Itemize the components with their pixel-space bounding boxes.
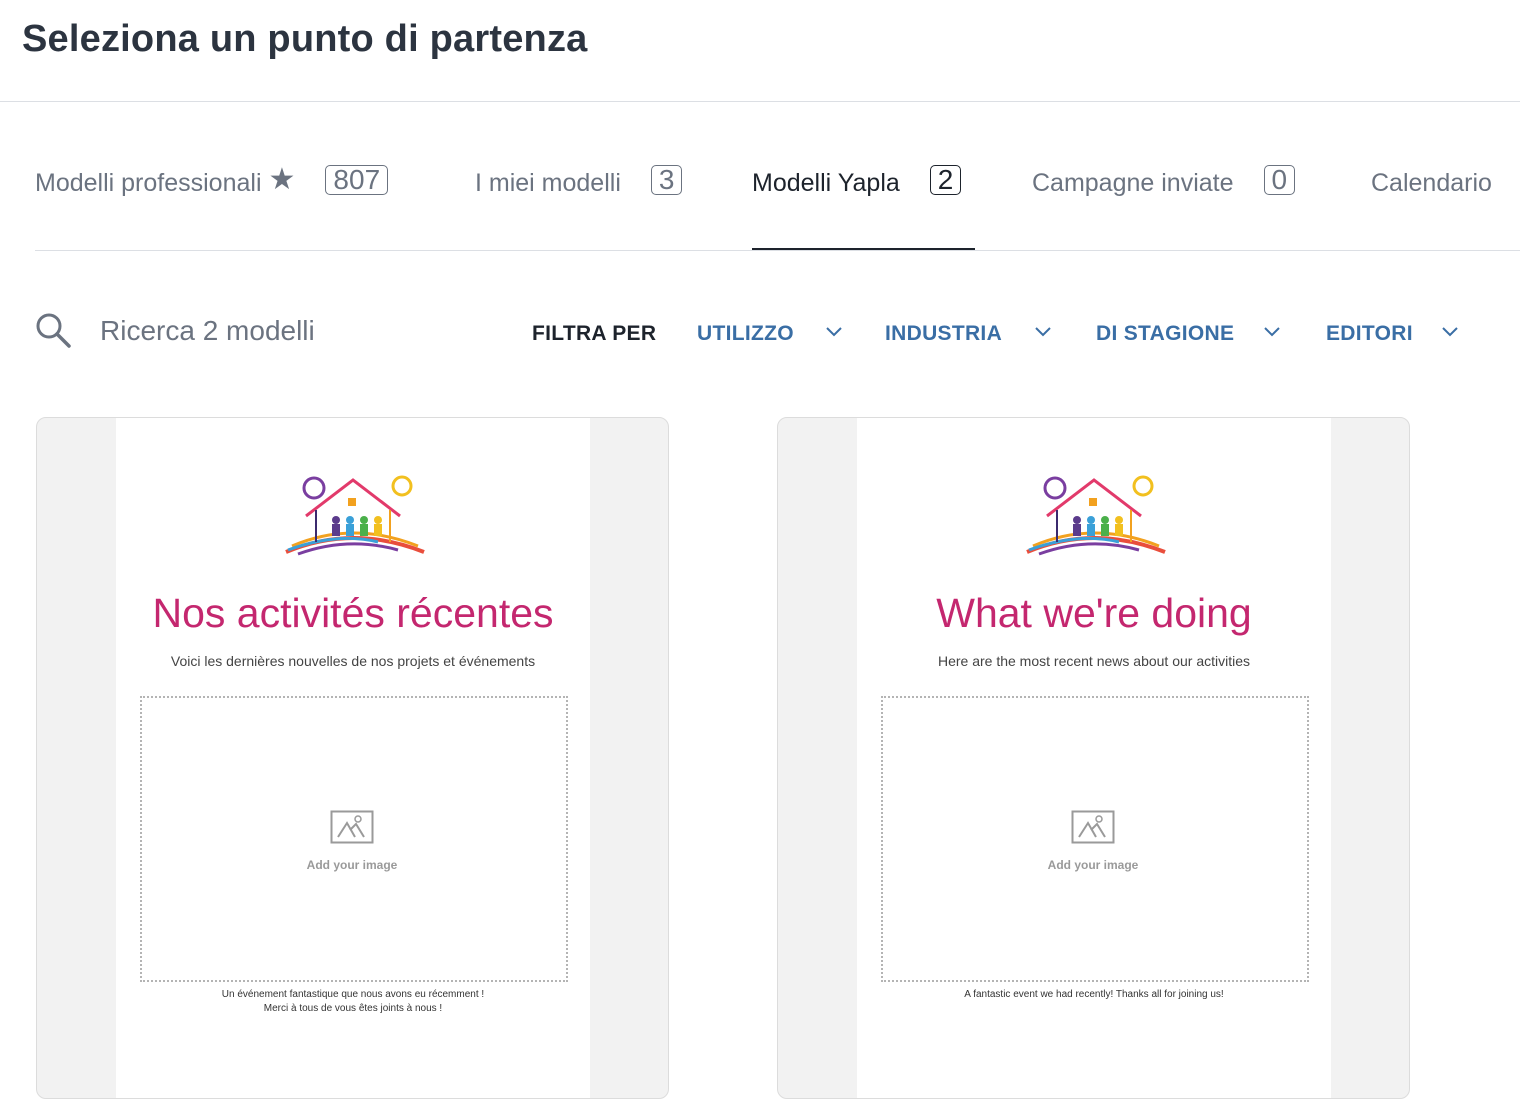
tab-label: Modelli Yapla (752, 169, 900, 197)
tab-campagne-inviate[interactable]: Campagne inviate 0 (1032, 165, 1296, 235)
filter-di-stagione-dropdown[interactable]: DI STAGIONE (1096, 322, 1296, 352)
active-tab-indicator (752, 248, 975, 250)
template-card[interactable]: Nos activités récentes Voici les dernièr… (36, 417, 669, 1099)
tab-count-badge: 3 (650, 165, 683, 195)
search-input[interactable] (98, 310, 462, 352)
chevron-down-icon (1264, 327, 1280, 337)
filter-di-stagione-label: DI STAGIONE (1096, 322, 1235, 345)
template-subtitle: Voici les dernières nouvelles de nos pro… (170, 653, 536, 669)
filter-industria-label: INDUSTRIA (885, 322, 1003, 345)
tab-label: Calendario (1371, 169, 1492, 197)
tab-i-miei-modelli[interactable]: I miei modelli 3 (475, 165, 683, 235)
page-title: Seleziona un punto di partenza (22, 18, 588, 60)
image-placeholder-label: Add your image (306, 858, 398, 872)
filter-utilizzo-dropdown[interactable]: UTILIZZO (697, 322, 847, 352)
caption-line: Merci à tous de vous êtes joints à nous … (263, 1003, 443, 1014)
chevron-down-icon (826, 327, 842, 337)
star-icon: ★ (268, 163, 296, 196)
template-card[interactable]: What we're doing Here are the most recen… (777, 417, 1410, 1099)
tab-modelli-professionali[interactable]: Modelli professionali ★ 807 (35, 163, 389, 235)
template-title: What we're doing (936, 590, 1252, 636)
caption-line: Un événement fantastique que nous avons … (221, 989, 485, 1000)
filter-utilizzo-label: UTILIZZO (697, 322, 794, 345)
chevron-down-icon (1035, 327, 1051, 337)
filter-industria-dropdown[interactable]: INDUSTRIA (885, 322, 1055, 352)
search-icon[interactable] (35, 312, 71, 348)
tab-label: Modelli professionali (35, 169, 262, 197)
template-title: Nos activités récentes (152, 590, 554, 636)
tab-count-badge: 807 (325, 165, 389, 195)
caption-line: A fantastic event we had recently! Thank… (964, 989, 1224, 1000)
tab-count-badge: 0 (1263, 165, 1296, 195)
page-header: Seleziona un punto di partenza (0, 0, 1520, 102)
template-preview: Nos activités récentes Voici les dernièr… (116, 418, 590, 1098)
image-icon (1071, 810, 1115, 844)
tab-label: I miei modelli (475, 169, 621, 197)
template-subtitle: Here are the most recent news about our … (937, 653, 1251, 669)
tab-count-badge: 2 (929, 165, 962, 195)
tab-modelli-yapla[interactable]: Modelli Yapla 2 (752, 165, 962, 235)
search-filter-bar: FILTRA PER UTILIZZO INDUSTRIA DI STAGION… (35, 300, 1485, 364)
image-caption: Un événement fantastique que nous avons … (116, 988, 590, 1016)
template-tabs: Modelli professionali ★ 807 I miei model… (35, 150, 1520, 251)
filter-label: FILTRA PER (532, 322, 657, 345)
chevron-down-icon (1442, 327, 1458, 337)
tab-calendario[interactable]: Calendario (1371, 165, 1492, 235)
image-caption: A fantastic event we had recently! Thank… (857, 988, 1331, 1002)
template-preview: What we're doing Here are the most recen… (857, 418, 1331, 1098)
image-placeholder-label: Add your image (1047, 858, 1139, 872)
tab-label: Campagne inviate (1032, 169, 1234, 197)
image-placeholder: Add your image (140, 696, 568, 982)
image-placeholder: Add your image (881, 696, 1309, 982)
image-icon (330, 810, 374, 844)
filter-editori-label: EDITORI (1326, 322, 1413, 345)
filter-editori-dropdown[interactable]: EDITORI (1326, 322, 1466, 352)
organization-logo (285, 475, 425, 556)
organization-logo (1026, 475, 1166, 556)
